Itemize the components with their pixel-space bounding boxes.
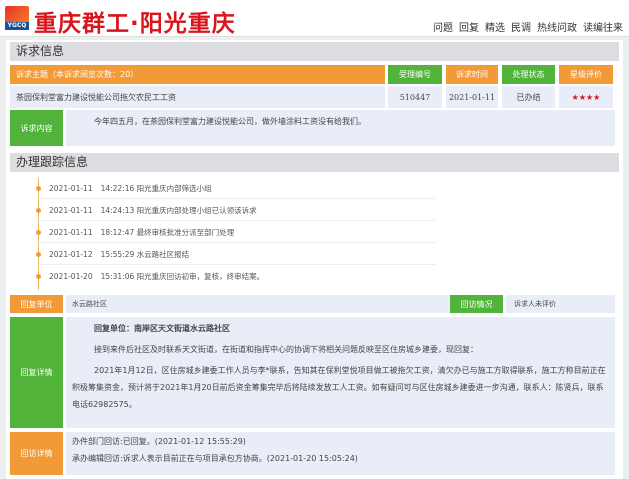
reply-detail-para1: 接到来件后社区及时联系天文街道，在街道和指挥中心的协调下将相关问题反映至区住房城… — [94, 345, 478, 354]
timeline-dot-icon — [36, 230, 41, 235]
nav-replies[interactable]: 回复 — [459, 19, 479, 34]
revisit-label: 回访详情 — [10, 432, 63, 475]
main-content: 诉求信息 诉求主题（本诉求阅览次数：20） 受理编号 诉求时间 处理状态 星级评… — [6, 40, 623, 479]
timeline-item: 2021-01-11 14:22:16 阳光重庆内部筛选小组 — [36, 179, 436, 199]
revisit-editor: 承办编辑回访:诉求人表示目前正在与项目承包方协商。(2021-01-20 15:… — [72, 454, 358, 463]
timeline-dot-icon — [36, 208, 41, 213]
reply-detail-title: 回复单位：南岸区天文街道水云路社区 — [94, 324, 230, 333]
reply-unit-label: 回复单位 — [10, 295, 63, 313]
rating-header: 星级评价 — [559, 65, 613, 84]
revisit-dept: 办件部门回访:已回复。(2021-01-12 15:55:29) — [72, 437, 246, 446]
status-header: 处理状态 — [502, 65, 555, 84]
timeline-dot-icon — [36, 186, 41, 191]
appeal-time: 2021-01-11 — [446, 86, 498, 108]
nav-featured[interactable]: 精选 — [485, 19, 505, 34]
id-header: 受理编号 — [388, 65, 442, 84]
site-title: 重庆群工·阳光重庆 — [34, 11, 236, 37]
visit-status: 诉求人未评价 — [506, 295, 615, 313]
tracking-section-title: 办理跟踪信息 — [10, 153, 619, 172]
timeline-item: 2021-01-12 15:55:29 水云路社区报结 — [36, 245, 436, 265]
reply-detail-para2: 2021年1月12日，区住房城乡建委工作人员与李*联系，告知其在保利堂悦项目做工… — [72, 366, 606, 409]
reply-detail-label: 回复详情 — [10, 317, 63, 428]
reply-detail-box: 回复单位：南岸区天文街道水云路社区 接到来件后社区及时联系天文街道，在街道和指挥… — [66, 317, 615, 428]
site-logo[interactable]: YGCQ — [5, 6, 29, 32]
appeal-status: 已办结 — [502, 86, 555, 108]
content-label: 诉求内容 — [10, 110, 63, 146]
reply-unit: 水云路社区 — [66, 295, 450, 313]
timeline-dot-icon — [36, 252, 41, 257]
timeline-item: 2021-01-20 15:31:06 阳光重庆回访初审，复核，终审结案。 — [36, 266, 436, 286]
nav-letters[interactable]: 读编往来 — [583, 19, 623, 34]
appeal-section-title: 诉求信息 — [10, 42, 619, 61]
nav-survey[interactable]: 民调 — [511, 19, 531, 34]
appeal-content: 今年四五月，在茶园保利堂富力建设悦能公司，做外墙涂料工资没有给我们。 — [94, 117, 366, 126]
appeal-subject: 茶园保利堂富力建设悦能公司拖欠农民工工资 — [10, 86, 385, 108]
appeal-id: 510447 — [388, 86, 442, 108]
timeline-dot-icon — [36, 273, 41, 279]
content-box: 今年四五月，在茶园保利堂富力建设悦能公司，做外墙涂料工资没有给我们。 — [66, 110, 615, 146]
revisit-box: 办件部门回访:已回复。(2021-01-12 15:55:29) 承办编辑回访:… — [66, 432, 615, 475]
visit-label: 回访情况 — [450, 295, 503, 313]
subject-header: 诉求主题（本诉求阅览次数：20） — [10, 65, 385, 84]
time-header: 诉求时间 — [446, 65, 498, 84]
nav-hotline[interactable]: 热线问政 — [537, 19, 577, 34]
main-nav: 问题 回复 精选 民调 热线问政 读编往来 — [433, 19, 623, 34]
timeline-item: 2021-01-11 18:12:47 最终审核批准分派至部门处理 — [36, 223, 436, 243]
site-header: YGCQ 重庆群工·阳光重庆 问题 回复 精选 民调 热线问政 读编往来 — [0, 0, 629, 37]
nav-questions[interactable]: 问题 — [433, 19, 453, 34]
rating-stars: ★★★★ — [559, 86, 613, 108]
timeline-item: 2021-01-11 14:24:13 阳光重庆内部处理小组已认领该诉求 — [36, 201, 436, 221]
